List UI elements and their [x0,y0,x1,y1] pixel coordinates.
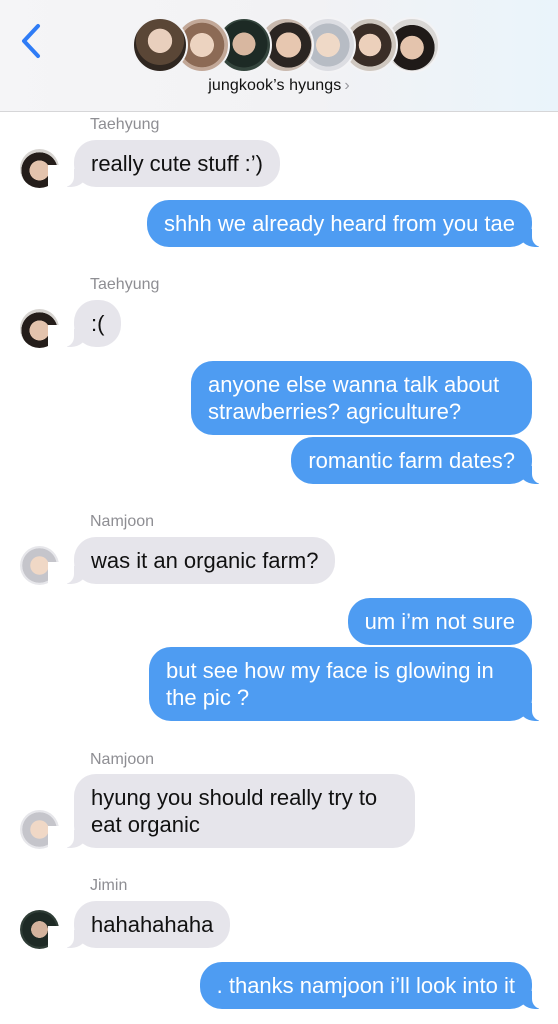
message-bubble-incoming[interactable]: hahahahaha [47,901,231,948]
chevron-left-icon [22,24,40,58]
sender-label: Taehyung [90,116,160,133]
sender-label: Namjoon [90,513,155,530]
message-bubble-outgoing[interactable]: but see how my face is glowing in the pi… [149,647,558,721]
message-bubble-outgoing[interactable]: um i’m not sure [347,598,532,645]
group-name-button[interactable]: jungkook’s hyungs › [0,77,558,95]
sender-label: Taehyung [90,276,160,293]
message-bubble-incoming[interactable]: hyung you should really try to eat organ… [48,774,415,848]
message-bubble-outgoing[interactable]: romantic farm dates? [291,437,558,484]
message-bubble-outgoing[interactable]: shhh we already heard from you tae [147,200,558,247]
group-name-label: jungkook’s hyungs [208,77,342,94]
message-bubble-outgoing[interactable]: . thanks namjoon i’ll look into it [199,962,558,1009]
back-button[interactable] [14,20,54,62]
message-bubble-incoming[interactable]: was it an organic farm? [47,537,336,584]
chat-header: jungkook’s hyungs › [0,0,558,112]
group-avatars[interactable] [132,17,440,73]
message-bubble-outgoing[interactable]: anyone else wanna talk about strawberrie… [191,361,532,435]
message-bubble-incoming[interactable]: really cute stuff :’) [48,140,280,187]
chevron-right-icon: › [344,77,350,94]
sender-label: Namjoon [90,751,155,768]
sender-label: Jimin [90,877,128,894]
message-bubble-incoming[interactable]: :( [47,300,122,347]
member-avatar [132,17,188,73]
